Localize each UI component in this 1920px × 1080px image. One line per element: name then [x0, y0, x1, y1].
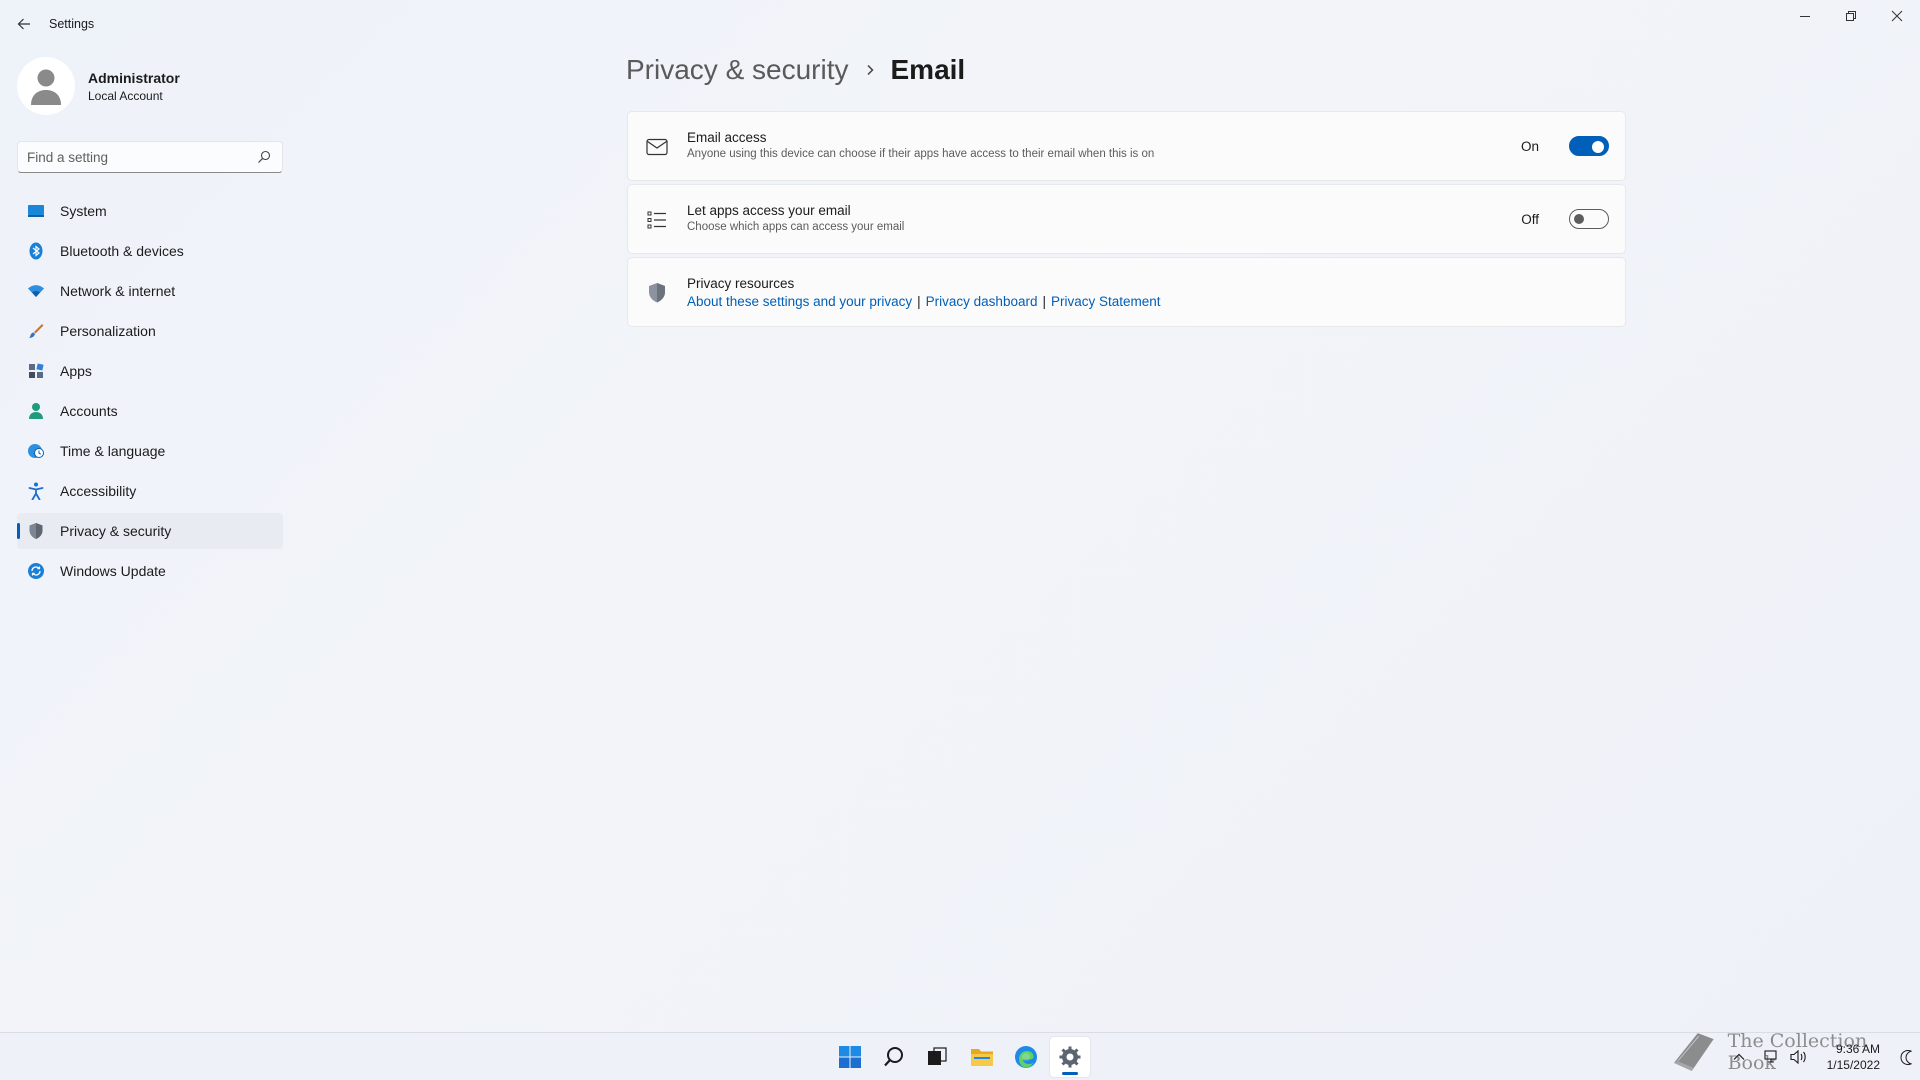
apps-access-description: Choose which apps can access your email — [687, 221, 905, 233]
taskbar-search-button[interactable] — [874, 1037, 914, 1077]
link-separator: | — [917, 294, 921, 309]
link-separator: | — [1042, 294, 1046, 309]
breadcrumb-parent[interactable]: Privacy & security — [626, 54, 849, 86]
sidebar-item-time-language[interactable]: Time & language — [17, 433, 283, 469]
email-access-toggle[interactable] — [1569, 136, 1609, 156]
back-button[interactable] — [12, 12, 36, 36]
breadcrumb: Privacy & security Email — [626, 54, 965, 86]
sidebar-item-accounts[interactable]: Accounts — [17, 393, 283, 429]
search-icon — [884, 1047, 903, 1067]
arrow-left-icon — [17, 18, 30, 30]
minimize-button[interactable] — [1782, 4, 1828, 28]
sidebar-item-privacy-security[interactable]: Privacy & security — [17, 513, 283, 549]
about-privacy-link[interactable]: About these settings and your privacy — [687, 294, 912, 309]
globe-clock-icon — [27, 442, 45, 460]
profile-name: Administrator — [88, 69, 180, 86]
sidebar-item-label: Accessibility — [60, 483, 137, 499]
start-button[interactable] — [830, 1037, 870, 1077]
sidebar-nav: System Bluetooth & devices Network & int… — [17, 193, 283, 593]
sidebar-item-system[interactable]: System — [17, 193, 283, 229]
shield-icon — [27, 522, 45, 540]
file-explorer-button[interactable] — [962, 1037, 1002, 1077]
mail-icon — [646, 136, 668, 158]
apps-access-toggle[interactable] — [1569, 209, 1609, 229]
system-icon — [27, 202, 45, 220]
user-profile[interactable]: Administrator Local Account — [17, 57, 180, 115]
sidebar-item-label: Network & internet — [60, 283, 176, 299]
edge-button[interactable] — [1006, 1037, 1046, 1077]
search-box[interactable] — [17, 141, 283, 173]
apps-access-title: Let apps access your email — [687, 203, 851, 218]
apps-icon — [27, 362, 45, 380]
sidebar-item-label: Privacy & security — [60, 523, 172, 539]
wifi-icon — [27, 282, 45, 300]
chevron-right-icon — [865, 63, 875, 77]
privacy-resources-card: Privacy resources About these settings a… — [627, 257, 1626, 327]
sidebar-item-accessibility[interactable]: Accessibility — [17, 473, 283, 509]
close-button[interactable] — [1874, 4, 1920, 28]
sidebar-item-windows-update[interactable]: Windows Update — [17, 553, 283, 589]
privacy-dashboard-link[interactable]: Privacy dashboard — [926, 294, 1038, 309]
sidebar-item-label: Accounts — [60, 403, 118, 419]
app-title: Settings — [49, 17, 95, 31]
settings-icon — [1059, 1046, 1081, 1068]
brush-icon — [27, 322, 45, 340]
restore-button[interactable] — [1828, 4, 1874, 28]
list-icon — [646, 209, 668, 231]
task-view-button[interactable] — [917, 1037, 957, 1077]
book-icon — [1673, 1033, 1714, 1071]
sidebar-item-personalization[interactable]: Personalization — [17, 313, 283, 349]
toggle-knob — [1592, 141, 1604, 153]
bluetooth-icon — [27, 242, 45, 260]
toggle-knob — [1574, 214, 1584, 224]
active-indicator — [17, 523, 20, 539]
shield-icon — [646, 282, 668, 304]
minimize-icon — [1800, 16, 1810, 17]
search-input[interactable] — [18, 149, 248, 165]
watermark-text: The Collection Book — [1727, 1030, 1868, 1074]
edge-icon — [1015, 1046, 1037, 1068]
sidebar-item-label: Windows Update — [60, 563, 166, 579]
taskbar: 9:36 AM 1/15/2022 — [0, 1032, 1920, 1080]
sidebar-item-bluetooth[interactable]: Bluetooth & devices — [17, 233, 283, 269]
title-bar: Settings — [0, 0, 1920, 48]
email-access-card: Email access Anyone using this device ca… — [627, 111, 1626, 181]
sidebar-item-apps[interactable]: Apps — [17, 353, 283, 389]
profile-account-type: Local Account — [88, 88, 163, 103]
sidebar-item-label: Bluetooth & devices — [60, 243, 184, 259]
sidebar-item-label: Apps — [60, 363, 92, 379]
watermark: The Collection Book — [1668, 1029, 1920, 1075]
page-title: Email — [890, 54, 966, 85]
accessibility-icon — [27, 482, 45, 500]
settings-taskbar-button[interactable] — [1050, 1037, 1090, 1077]
privacy-resources-title: Privacy resources — [687, 276, 795, 291]
update-icon — [27, 562, 45, 580]
email-access-description: Anyone using this device can choose if t… — [687, 148, 1155, 160]
sidebar-item-label: System — [60, 203, 107, 219]
sidebar-item-label: Personalization — [60, 323, 156, 339]
email-access-title: Email access — [687, 130, 767, 145]
restore-icon — [1846, 11, 1856, 21]
apps-access-card: Let apps access your email Choose which … — [627, 184, 1626, 254]
apps-access-state: Off — [1521, 212, 1539, 227]
privacy-statement-link[interactable]: Privacy Statement — [1051, 294, 1161, 309]
sidebar-item-network[interactable]: Network & internet — [17, 273, 283, 309]
avatar — [17, 57, 75, 115]
active-app-indicator — [1062, 1072, 1078, 1075]
person-icon — [27, 402, 45, 420]
search-icon[interactable] — [257, 150, 271, 164]
email-access-state: On — [1520, 139, 1539, 154]
close-icon — [1891, 10, 1903, 22]
privacy-links: About these settings and your privacy | … — [687, 294, 1161, 309]
file-explorer-icon — [971, 1049, 993, 1066]
user-avatar-icon — [31, 69, 61, 105]
task-view-icon — [928, 1047, 947, 1065]
sidebar-item-label: Time & language — [60, 443, 166, 459]
start-icon — [839, 1046, 861, 1068]
